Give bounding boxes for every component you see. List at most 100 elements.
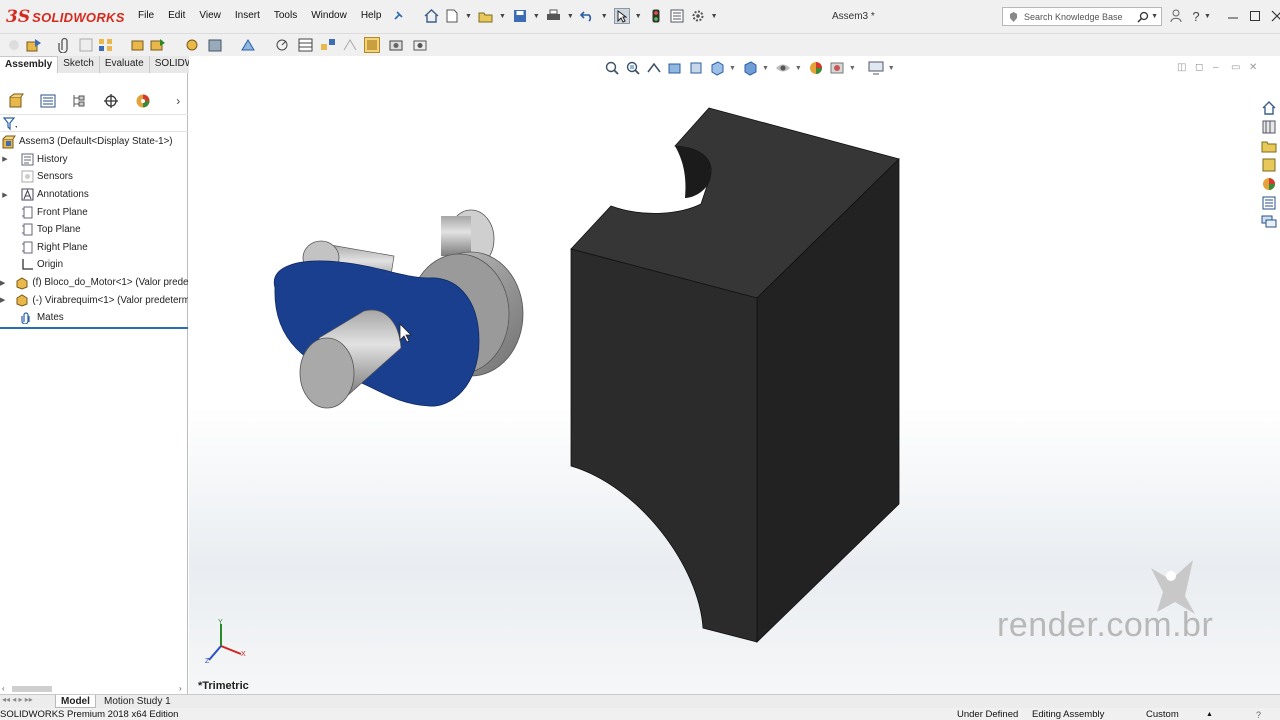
mate-paperclip-icon[interactable]: [56, 37, 72, 53]
instant3d-icon[interactable]: [342, 37, 358, 53]
move-component-icon[interactable]: [150, 37, 166, 53]
tab-motion-study-1[interactable]: Motion Study 1: [99, 695, 176, 708]
search-icon[interactable]: [1135, 11, 1151, 23]
tree-root-assembly[interactable]: Assem3 (Default<Display State-1>): [0, 133, 188, 151]
help-icon[interactable]: ?: [1188, 8, 1204, 24]
show-hidden-components-icon[interactable]: [184, 37, 200, 53]
chevron-down-icon[interactable]: ▼: [601, 13, 608, 20]
save-icon[interactable]: [512, 8, 528, 24]
menu-insert[interactable]: Insert: [235, 10, 260, 21]
tab-model[interactable]: Model: [55, 695, 96, 708]
tree-filter-bar[interactable]: [0, 114, 188, 132]
search-knowledge-base-field[interactable]: Search Knowledge Base ▼: [1002, 7, 1162, 26]
display-manager-icon[interactable]: [133, 92, 153, 110]
menu-edit[interactable]: Edit: [168, 10, 185, 21]
chevron-down-icon[interactable]: ▼: [635, 13, 642, 20]
tree-horizontal-scrollbar[interactable]: ‹ ›: [0, 684, 188, 694]
tree-item-front-plane[interactable]: Front Plane: [0, 203, 188, 221]
chevron-down-icon[interactable]: ▼: [711, 13, 718, 20]
expand-arrow-icon[interactable]: ▶: [0, 296, 5, 304]
custom-properties-icon[interactable]: [1260, 194, 1278, 212]
scroll-thumb[interactable]: [12, 686, 52, 692]
menu-tools[interactable]: Tools: [274, 10, 297, 21]
crankshaft-part[interactable]: [273, 209, 524, 409]
linear-pattern-icon[interactable]: [98, 37, 114, 53]
gear-icon[interactable]: [690, 8, 706, 24]
feature-manager-tree-icon[interactable]: [6, 92, 26, 110]
search-input[interactable]: Search Knowledge Base: [1024, 12, 1135, 22]
tab-sketch[interactable]: Sketch: [58, 56, 100, 73]
expand-arrow-icon[interactable]: ▶: [0, 191, 10, 199]
scroll-right-icon[interactable]: ›: [179, 684, 182, 693]
edit-component-icon[interactable]: [6, 37, 22, 53]
appearances-icon[interactable]: [1260, 175, 1278, 193]
chevron-down-icon[interactable]: ▼: [567, 13, 574, 20]
tree-item-annotations[interactable]: ▶ Annotations: [0, 186, 188, 204]
chevron-down-icon[interactable]: ▼: [499, 13, 506, 20]
design-library-icon[interactable]: [1260, 118, 1278, 136]
assembly-features-icon[interactable]: [208, 37, 224, 53]
reference-geometry-icon[interactable]: [240, 37, 256, 53]
take-snapshot-icon[interactable]: [388, 37, 404, 53]
update-speedpak-icon[interactable]: [364, 37, 380, 53]
tree-item-bloco-do-motor[interactable]: ▶ (f) Bloco_do_Motor<1> (Valor predeterm…: [0, 274, 188, 292]
new-document-icon[interactable]: [444, 8, 460, 24]
chevron-up-icon[interactable]: ▲: [1206, 709, 1213, 720]
tree-rollback-bar[interactable]: [0, 327, 188, 329]
file-explorer-icon[interactable]: [1260, 137, 1278, 155]
chevron-down-icon[interactable]: ▼: [1204, 13, 1211, 20]
expand-arrow-icon[interactable]: ▶: [0, 279, 5, 287]
chevron-right-icon[interactable]: ›: [168, 92, 188, 110]
tab-evaluate[interactable]: Evaluate: [99, 56, 150, 73]
open-folder-icon[interactable]: [478, 8, 494, 24]
bill-of-materials-icon[interactable]: [298, 37, 314, 53]
close-icon[interactable]: [1269, 8, 1280, 24]
engine-block-part[interactable]: [570, 107, 900, 643]
tab-assembly[interactable]: Assembly: [0, 56, 59, 73]
chevron-down-icon[interactable]: ▼: [465, 13, 472, 20]
tree-item-origin[interactable]: Origin: [0, 256, 188, 274]
property-manager-icon[interactable]: [38, 92, 58, 110]
tree-item-virabrequim[interactable]: ▶ (-) Virabrequim<1> (Valor predetermina…: [0, 291, 188, 309]
units-selector[interactable]: Custom: [1146, 709, 1179, 720]
tree-item-right-plane[interactable]: Right Plane: [0, 239, 188, 257]
help-icon[interactable]: ?: [1256, 709, 1261, 720]
configuration-manager-icon[interactable]: [69, 92, 89, 110]
file-properties-icon[interactable]: [669, 8, 685, 24]
expand-arrow-icon[interactable]: ▶: [0, 155, 10, 163]
rebuild-traffic-light-icon[interactable]: [648, 8, 664, 24]
graphics-area[interactable]: ▼ ▼ ▼ ▼ ▼ ◫ ◻ – ▭ ✕ Y X Z *Trimetric ren…: [189, 56, 1280, 694]
undo-icon[interactable]: [580, 8, 596, 24]
menu-help[interactable]: Help: [361, 10, 382, 21]
user-icon[interactable]: [1168, 8, 1184, 24]
chevron-down-icon[interactable]: ▼: [1151, 13, 1158, 20]
component-preview-icon[interactable]: [78, 37, 94, 53]
tree-item-history[interactable]: ▶ History: [0, 151, 188, 169]
menu-file[interactable]: File: [138, 10, 154, 21]
smart-fasteners-icon[interactable]: [130, 37, 146, 53]
insert-components-icon[interactable]: [26, 37, 42, 53]
dimxpert-manager-icon[interactable]: [101, 92, 121, 110]
solidworks-logo[interactable]: 3S SOLIDWORKS: [6, 6, 125, 28]
home-icon[interactable]: [423, 8, 439, 24]
print-icon[interactable]: [546, 8, 562, 24]
scroll-left-icon[interactable]: ‹: [2, 684, 5, 693]
tree-item-top-plane[interactable]: Top Plane: [0, 221, 188, 239]
filter-icon[interactable]: [3, 117, 17, 131]
menu-window[interactable]: Window: [311, 10, 347, 21]
solidworks-resources-icon[interactable]: [1260, 99, 1278, 117]
view-palette-icon[interactable]: [1260, 156, 1278, 174]
solidworks-forum-icon[interactable]: [1260, 213, 1278, 231]
minimize-icon[interactable]: [1225, 8, 1241, 24]
select-cursor-icon[interactable]: [613, 8, 630, 24]
new-motion-study-icon[interactable]: [274, 37, 290, 53]
tree-item-sensors[interactable]: Sensors: [0, 168, 188, 186]
tree-item-mates[interactable]: Mates: [0, 309, 188, 327]
chevron-down-icon[interactable]: ▼: [533, 13, 540, 20]
maximize-icon[interactable]: [1247, 8, 1263, 24]
tab-scroll-icons[interactable]: ◂◂ ◂ ▸ ▸▸: [2, 695, 33, 704]
pin-icon[interactable]: [390, 8, 406, 24]
exploded-view-icon[interactable]: [320, 37, 336, 53]
camera-icon[interactable]: [412, 37, 428, 53]
model-scene[interactable]: [189, 56, 1280, 694]
